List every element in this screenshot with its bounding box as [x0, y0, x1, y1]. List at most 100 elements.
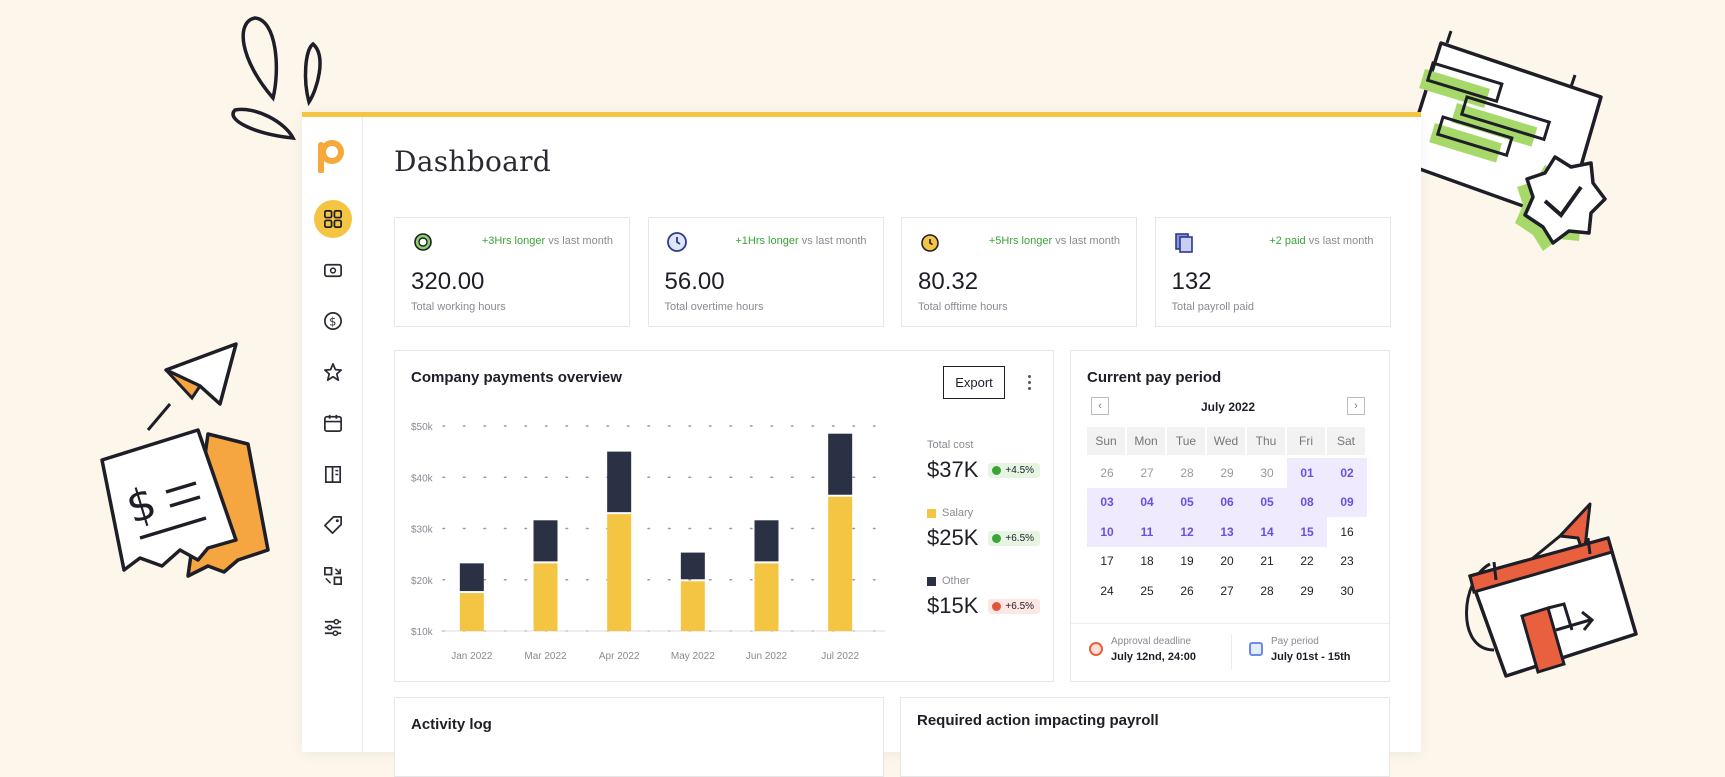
calendar-day[interactable]: 03: [1087, 487, 1127, 517]
calendar-day[interactable]: 09: [1327, 487, 1367, 517]
calendar-day[interactable]: 02: [1327, 458, 1367, 488]
calendar-day[interactable]: 29: [1207, 458, 1247, 488]
calendar-day[interactable]: 19: [1167, 547, 1207, 577]
star-icon: [324, 363, 342, 381]
calendar-day[interactable]: 27: [1127, 458, 1167, 488]
calendar-check-illustration: [1401, 30, 1607, 251]
calendar-day[interactable]: 04: [1127, 487, 1167, 517]
pay-period-title: Current pay period: [1087, 369, 1222, 386]
bar-salary: [680, 581, 705, 631]
calendar-day[interactable]: 18: [1127, 547, 1167, 577]
stat-delta: +5Hrs longer vs last month: [988, 235, 1120, 247]
calendar-day[interactable]: 20: [1207, 547, 1247, 577]
required-action-card: Required action impacting payroll: [900, 697, 1390, 777]
legend-salary: Salary $25K +6.5%: [927, 507, 1041, 551]
exit-calendar-illustration: [1465, 502, 1638, 678]
x-tick-label: Jan 2022: [451, 651, 493, 662]
day-of-week-header: Fri: [1287, 427, 1327, 455]
bar-salary: [607, 514, 632, 631]
calendar-icon: [324, 414, 342, 432]
app-window: $ Dashboard +3Hrs longer vs last month 32…: [302, 112, 1421, 777]
calendar-day[interactable]: 29: [1287, 576, 1327, 606]
calendar-day[interactable]: 06: [1207, 487, 1247, 517]
sidebar-item-grid[interactable]: [314, 200, 352, 238]
calendar-day[interactable]: 14: [1247, 517, 1287, 547]
bar-other: [533, 520, 558, 562]
calendar-day[interactable]: 23: [1327, 547, 1367, 577]
tag-icon: [324, 516, 342, 534]
calendar-day[interactable]: 22: [1287, 547, 1327, 577]
pay-period-card: Current pay period ‹ July 2022 › Sun Mon T…: [1070, 350, 1390, 682]
calendar-footer: Approval deadline July 12nd, 24:00 Pay p…: [1071, 623, 1389, 679]
sliders-icon: [324, 618, 342, 637]
calendar-day[interactable]: 28: [1247, 576, 1287, 606]
legend-value: $25K: [927, 525, 979, 550]
calendar-day[interactable]: 30: [1247, 458, 1287, 488]
period-label: Pay period: [1271, 636, 1319, 647]
deadline-label: Approval deadline: [1111, 636, 1192, 647]
calendar-day[interactable]: 08: [1287, 487, 1327, 517]
calendar-day[interactable]: 16: [1327, 517, 1367, 547]
stat-card: +1Hrs longer vs last month 56.00 Total ove…: [647, 217, 884, 327]
calendar-day[interactable]: 10: [1087, 517, 1127, 547]
payments-card: Company payments overview Export $10k $20…: [394, 350, 1054, 682]
calendar-day[interactable]: 11: [1127, 517, 1167, 547]
calendar-day[interactable]: 01: [1287, 458, 1327, 488]
calendar-day[interactable]: 17: [1087, 547, 1127, 577]
sidebar-item-wallet[interactable]: [314, 251, 352, 289]
bar-salary: [828, 496, 853, 631]
period-value: July 01st - 15th: [1271, 651, 1351, 663]
stat-label: Total overtime hours: [664, 301, 764, 313]
legend-label: Total cost: [927, 439, 974, 451]
transfer-icon: [324, 567, 342, 585]
calendar-day[interactable]: 27: [1207, 576, 1247, 606]
change-badge: +6.5%: [988, 530, 1041, 546]
next-month-icon[interactable]: ›: [1347, 397, 1365, 415]
legend-label: Other: [942, 575, 970, 587]
sidebar-item-star[interactable]: [314, 353, 352, 391]
export-button[interactable]: Export: [943, 366, 1005, 399]
x-tick-label: Jun 2022: [746, 651, 788, 662]
activity-title: Activity log: [411, 716, 492, 733]
p-logo-icon[interactable]: [317, 139, 347, 173]
bar-other: [607, 451, 632, 513]
calendar-day[interactable]: 15: [1287, 517, 1327, 547]
calendar-day[interactable]: 21: [1247, 547, 1287, 577]
sidebar-item-book[interactable]: [314, 455, 352, 493]
calendar-day[interactable]: 13: [1207, 517, 1247, 547]
y-tick-label: $40k: [411, 473, 434, 484]
calendar-header: ‹ July 2022 ›: [1087, 397, 1369, 417]
calendar-day[interactable]: 12: [1167, 517, 1207, 547]
sidebar-item-sliders[interactable]: [314, 608, 352, 646]
stat-card: +3Hrs longer vs last month 320.00 Total wo…: [394, 217, 630, 327]
calendar-grid: Sun Mon Tue Wed Thu Fri Sat 26 27 28 29 30 01 02 03 04 0…: [1087, 427, 1369, 606]
calendar-day[interactable]: 28: [1167, 458, 1207, 488]
deadline-icon: [1089, 642, 1103, 656]
bar-salary: [754, 563, 779, 631]
calendar-day[interactable]: 05: [1247, 487, 1287, 517]
day-of-week-header: Tue: [1167, 427, 1207, 455]
stat-label: Total working hours: [411, 301, 506, 313]
calendar-day[interactable]: 26: [1167, 576, 1207, 606]
calendar-day[interactable]: 24: [1087, 576, 1127, 606]
sidebar-item-transfer[interactable]: [314, 557, 352, 595]
stat-label: Total offtime hours: [918, 301, 1008, 313]
calendar-day[interactable]: 05: [1167, 487, 1207, 517]
day-of-week-header: Mon: [1127, 427, 1167, 455]
sidebar-item-tag[interactable]: [314, 506, 352, 544]
receipt-paperplane-illustration: $: [100, 342, 270, 578]
legend-swatch: [927, 576, 936, 586]
sidebar-item-calendar[interactable]: [314, 404, 352, 442]
calendar-day[interactable]: 30: [1327, 576, 1367, 606]
legend-value: $37K: [927, 457, 979, 482]
stat-delta: +1Hrs longer vs last month: [735, 235, 867, 247]
sidebar-item-coin[interactable]: $: [314, 302, 352, 340]
coin-icon: $: [324, 312, 342, 330]
more-options-icon[interactable]: [1019, 369, 1039, 395]
activity-log-card: Activity log: [394, 697, 884, 777]
deadline-value: July 12nd, 24:00: [1111, 651, 1196, 663]
stat-value: 132: [1171, 268, 1212, 295]
calendar-day[interactable]: 25: [1127, 576, 1167, 606]
stat-label: Total payroll paid: [1171, 301, 1255, 313]
calendar-day[interactable]: 26: [1087, 458, 1127, 488]
